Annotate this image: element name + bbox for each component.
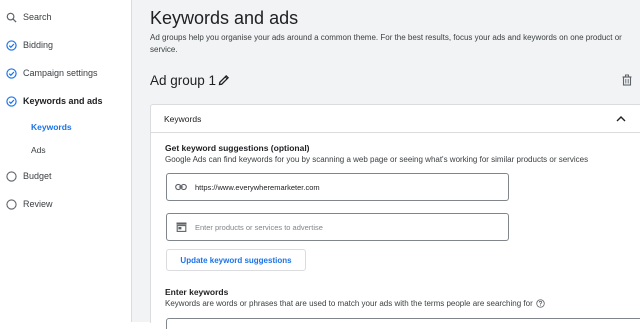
enter-keywords-description-text: Keywords are words or phrases that are u… xyxy=(165,299,533,308)
check-circle-icon xyxy=(6,67,17,79)
sidebar-item-label: Review xyxy=(23,199,53,209)
keywords-card-header[interactable]: Keywords xyxy=(151,105,640,133)
chevron-up-icon[interactable] xyxy=(615,112,627,130)
enter-keywords-description: Keywords are words or phrases that are u… xyxy=(165,299,545,309)
sidebar-subitem-keywords[interactable]: Keywords xyxy=(31,122,72,132)
store-icon xyxy=(167,222,195,232)
suggestions-title: Get keyword suggestions (optional) xyxy=(165,143,310,153)
sidebar-item-label: Budget xyxy=(23,171,52,181)
url-field[interactable] xyxy=(166,173,509,201)
sidebar: Search Bidding Campaign settings Keyword… xyxy=(0,0,132,322)
keywords-card-title: Keywords xyxy=(164,114,202,124)
keywords-textarea[interactable] xyxy=(166,318,640,329)
enter-keywords-title: Enter keywords xyxy=(165,287,229,297)
update-keyword-suggestions-button[interactable]: Update keyword suggestions xyxy=(166,249,306,271)
main-content: Keywords and ads Ad groups help you orga… xyxy=(132,0,640,329)
search-icon xyxy=(6,12,17,23)
empty-circle-icon xyxy=(6,170,17,182)
sidebar-item-bidding[interactable]: Bidding xyxy=(6,35,53,55)
pencil-icon[interactable] xyxy=(218,73,230,91)
help-icon[interactable] xyxy=(536,299,545,309)
sidebar-item-search[interactable]: Search xyxy=(6,7,52,27)
sidebar-item-label: Bidding xyxy=(23,40,54,50)
suggestions-description: Google Ads can find keywords for you by … xyxy=(165,155,589,164)
products-input[interactable] xyxy=(195,222,495,232)
check-circle-icon xyxy=(6,39,17,51)
keywords-card: Keywords Get keyword suggestions (option… xyxy=(150,104,640,329)
empty-circle-icon xyxy=(6,198,17,210)
products-field[interactable] xyxy=(166,213,509,241)
sidebar-item-keywords-and-ads[interactable]: Keywords and ads xyxy=(6,91,103,111)
sidebar-item-review[interactable]: Review xyxy=(6,194,53,214)
sidebar-item-label: Search xyxy=(23,12,52,22)
sidebar-subitem-ads[interactable]: Ads xyxy=(31,145,46,155)
sidebar-item-budget[interactable]: Budget xyxy=(6,166,52,186)
sidebar-item-campaign-settings[interactable]: Campaign settings xyxy=(6,63,98,83)
ad-group-title: Ad group 1 xyxy=(150,73,217,88)
sidebar-item-label: Keywords and ads xyxy=(23,96,103,106)
trash-icon[interactable] xyxy=(621,73,633,91)
sidebar-item-label: Campaign settings xyxy=(23,68,98,78)
check-circle-icon xyxy=(6,95,17,107)
link-icon xyxy=(167,183,195,191)
page-title: Keywords and ads xyxy=(150,8,299,28)
url-input[interactable] xyxy=(195,182,495,192)
page-description: Ad groups help you organise your ads aro… xyxy=(150,33,622,54)
